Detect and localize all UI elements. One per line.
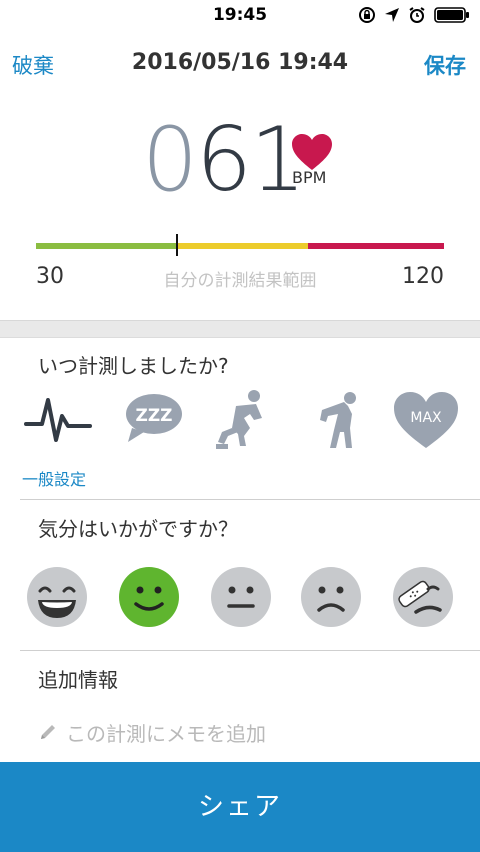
divider	[20, 499, 480, 500]
divider	[20, 650, 480, 651]
range-caption: 自分の計測結果範囲	[163, 271, 317, 291]
range-max-label: 120	[402, 264, 444, 289]
memo-placeholder: この計測にメモを追加	[66, 721, 266, 746]
range-segment-low	[36, 243, 178, 249]
status-icons	[358, 6, 470, 24]
mood-very-happy[interactable]	[26, 566, 88, 628]
save-button[interactable]: 保存	[424, 50, 466, 80]
heart-rate-readout: 061	[0, 112, 480, 212]
sleep-label: ZZZ	[136, 406, 173, 426]
neutral-face-icon	[211, 567, 271, 627]
rotation-lock-icon	[359, 7, 375, 23]
bpm-leading-zero: 0	[142, 108, 198, 211]
range-bar	[36, 243, 444, 249]
activity-general-pulse[interactable]	[20, 388, 92, 452]
mood-question: 気分はいかがですか？	[38, 517, 238, 541]
max-heart-icon: MAX	[394, 392, 458, 448]
range-marker	[176, 234, 178, 256]
max-label: MAX	[410, 410, 442, 426]
pulse-wave-icon	[24, 398, 92, 442]
runner-start-icon	[216, 390, 262, 449]
bpm-number: 61	[196, 108, 306, 211]
mood-happy[interactable]	[118, 566, 180, 628]
location-arrow-icon	[385, 8, 399, 22]
measurement-range: 30 自分の計測結果範囲 120	[36, 234, 444, 300]
tired-person-icon	[320, 392, 356, 448]
sleep-bubble-icon: ZZZ	[126, 394, 182, 442]
section-divider	[0, 320, 480, 338]
mood-neutral[interactable]	[210, 566, 272, 628]
additional-info-heading: 追加情報	[38, 668, 118, 692]
battery-icon	[434, 7, 469, 23]
smiling-face-icon	[119, 567, 179, 627]
sad-face-icon	[301, 567, 361, 627]
bpm-value: 061	[142, 112, 306, 208]
grinning-face-icon	[27, 567, 87, 627]
activity-before-exercise[interactable]	[210, 388, 282, 452]
status-bar: 19:45	[0, 0, 480, 34]
activity-sleep[interactable]: ZZZ	[118, 388, 190, 452]
share-button[interactable]: シェア	[0, 762, 480, 852]
alarm-icon	[409, 7, 425, 23]
page-title: 2016/05/16 19:44	[131, 50, 349, 75]
range-segment-mid	[178, 243, 308, 249]
injured-face-icon	[393, 567, 453, 627]
mood-options	[26, 566, 466, 630]
mood-hurt[interactable]	[392, 566, 454, 628]
activity-max-heart[interactable]: MAX	[390, 388, 462, 452]
memo-field[interactable]: この計測にメモを追加	[38, 718, 266, 746]
bpm-unit-label: BPM	[292, 168, 327, 187]
mood-sad[interactable]	[300, 566, 362, 628]
when-question: いつ計測しましたか?	[38, 354, 229, 378]
heart-icon	[292, 134, 332, 170]
selected-activity-label[interactable]: 一般設定	[22, 466, 86, 490]
nav-bar: 破棄 2016/05/16 19:44 保存	[0, 44, 480, 84]
activity-options: ZZZ MAX	[20, 388, 460, 452]
range-segment-high	[308, 243, 444, 249]
pencil-icon	[41, 725, 55, 739]
activity-after-exercise[interactable]	[302, 388, 374, 452]
